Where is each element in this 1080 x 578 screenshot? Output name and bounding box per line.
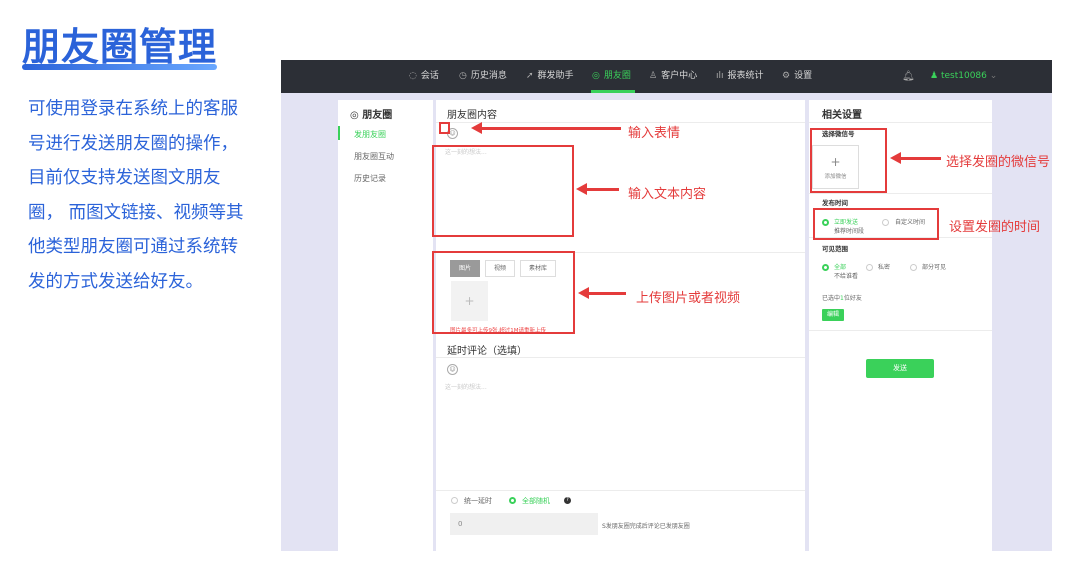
nav-label: 群发助手 — [537, 71, 574, 81]
selected-prefix: 已选中 — [822, 295, 841, 302]
nav-label: 设置 — [794, 71, 813, 81]
emoji-icon[interactable]: ☺ — [447, 364, 458, 375]
user-icon: ♙ — [649, 71, 658, 81]
visibility-label: 可见范围 — [822, 245, 848, 253]
annotation-box-wechat — [810, 128, 887, 193]
annotation-arrow-emoji — [471, 122, 621, 134]
annotation-box-media — [432, 251, 575, 334]
annotation-text: 输入文本内容 — [628, 187, 707, 202]
divider — [809, 122, 992, 123]
delay-note: S发朋友圈完成后评论已发朋友圈 — [602, 523, 690, 530]
radio-visibility-private[interactable] — [866, 264, 873, 271]
app-window: ◌ 会话 ◷ 历史消息 ➚ 群发助手 ◎ 朋友圈 ♙ 客户中心 ılı 报表统计 ⚙ 设置 🔔… — [281, 60, 1052, 551]
nav-customer[interactable]: ♙ 客户中心 — [649, 60, 697, 93]
nav-settings[interactable]: ⚙ 设置 — [782, 60, 812, 93]
sidebar-item-post[interactable]: 发朋友圈 — [354, 129, 386, 140]
send-icon: ➚ — [526, 71, 534, 81]
divider — [436, 357, 805, 358]
user-menu[interactable]: ♟ test10086 ⌄ — [930, 60, 997, 93]
delay-comment-title: 延时评论（选填） — [447, 346, 527, 357]
divider — [809, 330, 992, 331]
option-visibility-all: 全部 — [834, 264, 847, 271]
bar-chart-icon: ılı — [716, 71, 724, 81]
comment-input[interactable]: 这一刻的想法... — [445, 382, 487, 391]
option-unified-delay: 统一延时 — [464, 497, 492, 505]
nav-label: 历史消息 — [470, 71, 507, 81]
radio-unified-delay[interactable] — [451, 497, 458, 504]
nav-mass-send[interactable]: ➚ 群发助手 — [526, 60, 574, 93]
annotation-arrow-text — [576, 183, 619, 195]
slide-title: 朋友圈管理 — [22, 25, 218, 69]
annotation-wechat: 选择发圈的微信号 — [946, 155, 1051, 170]
time-label: 发布时间 — [822, 199, 848, 207]
sidebar: ◎ 朋友圈 发朋友圈 朋友圈互动 历史记录 — [338, 100, 433, 551]
selected-friends: 已选中1位好友 — [822, 293, 862, 302]
nav-moments[interactable]: ◎ 朋友圈 — [592, 60, 631, 93]
nav-reports[interactable]: ılı 报表统计 — [716, 60, 764, 93]
nav-history[interactable]: ◷ 历史消息 — [459, 60, 507, 93]
chevron-down-icon: ⌄ — [989, 71, 998, 81]
annotation-box-time — [813, 208, 939, 240]
moments-icon: ◎ — [592, 71, 600, 81]
bell-icon[interactable]: 🔔︎ — [902, 60, 915, 93]
option-visibility-private: 私密 — [878, 264, 891, 271]
nav-chat[interactable]: ◌ 会话 — [409, 60, 439, 93]
settings-title: 相关设置 — [822, 110, 862, 121]
sidebar-title-text: 朋友圈 — [362, 110, 393, 121]
annotation-arrow-wechat — [890, 152, 941, 164]
divider — [809, 193, 992, 194]
slide-description: 可使用登录在系统上的客服号进行发送朋友圈的操作，目前仅支持发送图文朋友圈， 而图… — [28, 99, 244, 292]
avatar-icon: ♟ — [930, 71, 939, 81]
edit-button[interactable]: 编辑 — [822, 309, 844, 321]
sidebar-item-history[interactable]: 历史记录 — [354, 173, 386, 184]
help-icon[interactable]: ? — [564, 497, 571, 504]
top-nav-bar: ◌ 会话 ◷ 历史消息 ➚ 群发助手 ◎ 朋友圈 ♙ 客户中心 ılı 报表统计 ⚙ 设置 🔔… — [281, 60, 1052, 93]
annotation-arrow-media — [578, 287, 626, 299]
nav-label: 会话 — [420, 71, 439, 81]
nav-label: 朋友圈 — [603, 71, 631, 81]
nav-label: 报表统计 — [727, 71, 764, 81]
option-visibility-exclude[interactable]: 不给谁看 — [834, 271, 858, 280]
divider — [436, 490, 805, 491]
selected-suffix: 位好友 — [843, 295, 862, 302]
chat-icon: ◌ — [409, 71, 417, 81]
username: test10086 — [940, 71, 987, 81]
option-visibility-partial: 部分可见 — [922, 264, 947, 271]
radio-random[interactable] — [509, 497, 516, 504]
annotation-emoji: 输入表情 — [628, 126, 681, 141]
option-random: 全部随机 — [522, 497, 550, 505]
moments-icon: ◎ — [350, 110, 363, 121]
annotation-media: 上传图片或者视频 — [636, 291, 741, 306]
nav-active-indicator — [591, 90, 635, 93]
annotation-box-text — [432, 145, 574, 237]
sidebar-active-indicator — [338, 126, 340, 140]
editor-header: 朋友圈内容 — [447, 110, 497, 121]
annotation-box-emoji — [439, 122, 450, 134]
sidebar-title: ◎ 朋友圈 — [350, 106, 392, 121]
divider — [436, 122, 805, 123]
gear-icon: ⚙ — [782, 71, 791, 81]
radio-visibility-all[interactable] — [822, 264, 829, 271]
annotation-time: 设置发圈的时间 — [949, 220, 1041, 235]
title-underline — [22, 64, 217, 70]
delay-seconds-input[interactable]: 0 — [450, 513, 598, 535]
nav-label: 客户中心 — [661, 71, 698, 81]
clock-icon: ◷ — [459, 71, 467, 81]
radio-visibility-partial[interactable] — [910, 264, 917, 271]
send-button[interactable]: 发送 — [866, 359, 934, 378]
sidebar-item-interaction[interactable]: 朋友圈互动 — [354, 151, 394, 162]
